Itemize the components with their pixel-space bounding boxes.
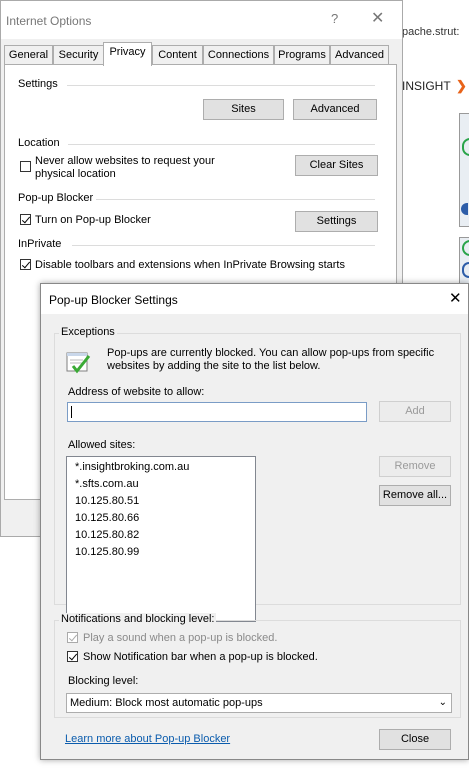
location-heading: Location	[18, 137, 60, 149]
brand-text: INSIGHT	[402, 79, 451, 93]
info-text: websites by adding the site to the list …	[107, 360, 321, 372]
close-icon[interactable]: ✕	[449, 289, 462, 307]
settings-heading: Settings	[18, 78, 58, 90]
inprivate-checkbox[interactable]	[20, 259, 31, 270]
remove-all-button[interactable]: Remove all...	[379, 485, 451, 506]
tab-privacy[interactable]: Privacy	[103, 42, 152, 66]
clear-sites-button[interactable]: Clear Sites	[295, 155, 378, 176]
popup-blocker-checkbox[interactable]	[20, 214, 31, 225]
inprivate-heading: InPrivate	[18, 238, 62, 250]
divider	[96, 199, 375, 200]
tab-content[interactable]: Content	[152, 45, 203, 64]
blocking-level-label: Blocking level:	[68, 675, 139, 687]
tab-security[interactable]: Security	[53, 45, 104, 64]
title-bar[interactable]: Internet Options ? ✕	[1, 1, 402, 39]
show-notification-bar-label: Show Notification bar when a pop-up is b…	[83, 651, 318, 663]
list-item[interactable]: *.sfts.com.au	[75, 478, 139, 490]
chevron-down-icon: ⌄	[438, 697, 447, 708]
blue-circle-icon	[462, 262, 469, 278]
remove-button[interactable]: Remove	[379, 456, 451, 477]
inprivate-checkbox-label: Disable toolbars and extensions when InP…	[35, 259, 345, 271]
location-checkbox-label: physical location	[35, 168, 116, 180]
address-bar-fragment[interactable]: pache.strut:	[402, 26, 459, 38]
close-button[interactable]: Close	[379, 729, 451, 750]
notifications-group-label: Notifications and blocking level:	[59, 613, 217, 625]
divider	[67, 85, 375, 86]
close-icon[interactable]: ✕	[371, 8, 384, 28]
location-checkbox[interactable]	[20, 161, 31, 172]
title-bar[interactable]: Pop-up Blocker Settings ✕	[41, 284, 468, 314]
blocking-level-value: Medium: Block most automatic pop-ups	[70, 697, 263, 709]
info-text: Pop-ups are currently blocked. You can a…	[107, 347, 435, 359]
address-label: Address of website to allow:	[68, 386, 205, 398]
location-checkbox-label: Never allow websites to request your	[35, 155, 215, 167]
learn-more-link[interactable]: Learn more about Pop-up Blocker	[65, 733, 230, 745]
divider	[72, 245, 375, 246]
website-address-input[interactable]	[67, 402, 367, 422]
popup-blocker-settings-dialog: Pop-up Blocker Settings ✕ Exceptions Pop…	[40, 283, 469, 760]
green-circle-icon	[462, 138, 469, 156]
help-icon[interactable]: ?	[331, 11, 338, 26]
tab-general[interactable]: General	[4, 45, 53, 64]
popup-blocked-icon	[66, 352, 91, 374]
allowed-sites-label: Allowed sites:	[68, 439, 136, 451]
list-item[interactable]: *.insightbroking.com.au	[75, 461, 189, 473]
popup-blocker-heading: Pop-up Blocker	[18, 192, 94, 204]
list-item[interactable]: 10.125.80.66	[75, 512, 139, 524]
divider	[68, 144, 375, 145]
show-notification-bar-checkbox[interactable]	[67, 651, 78, 662]
advanced-button[interactable]: Advanced	[293, 99, 377, 120]
popup-settings-button[interactable]: Settings	[295, 211, 378, 232]
exceptions-group-label: Exceptions	[59, 326, 117, 338]
popup-blocker-checkbox-label: Turn on Pop-up Blocker	[35, 214, 151, 226]
add-button[interactable]: Add	[379, 401, 451, 422]
window-title: Internet Options	[6, 14, 92, 28]
tab-connections[interactable]: Connections	[203, 45, 274, 64]
blocking-level-select[interactable]: Medium: Block most automatic pop-ups ⌄	[66, 693, 452, 713]
dialog-title: Pop-up Blocker Settings	[49, 293, 178, 307]
sites-button[interactable]: Sites	[203, 99, 284, 120]
list-item[interactable]: 10.125.80.99	[75, 546, 139, 558]
list-item[interactable]: 10.125.80.51	[75, 495, 139, 507]
tab-programs[interactable]: Programs	[274, 45, 330, 64]
allowed-sites-list[interactable]: *.insightbroking.com.au *.sfts.com.au 10…	[66, 456, 256, 622]
brand-arrow-icon: ❯	[456, 78, 467, 93]
play-sound-checkbox[interactable]	[67, 632, 78, 643]
tab-advanced[interactable]: Advanced	[330, 45, 389, 64]
list-item[interactable]: 10.125.80.82	[75, 529, 139, 541]
play-sound-label: Play a sound when a pop-up is blocked.	[83, 632, 278, 644]
blue-circle-icon	[461, 203, 468, 215]
